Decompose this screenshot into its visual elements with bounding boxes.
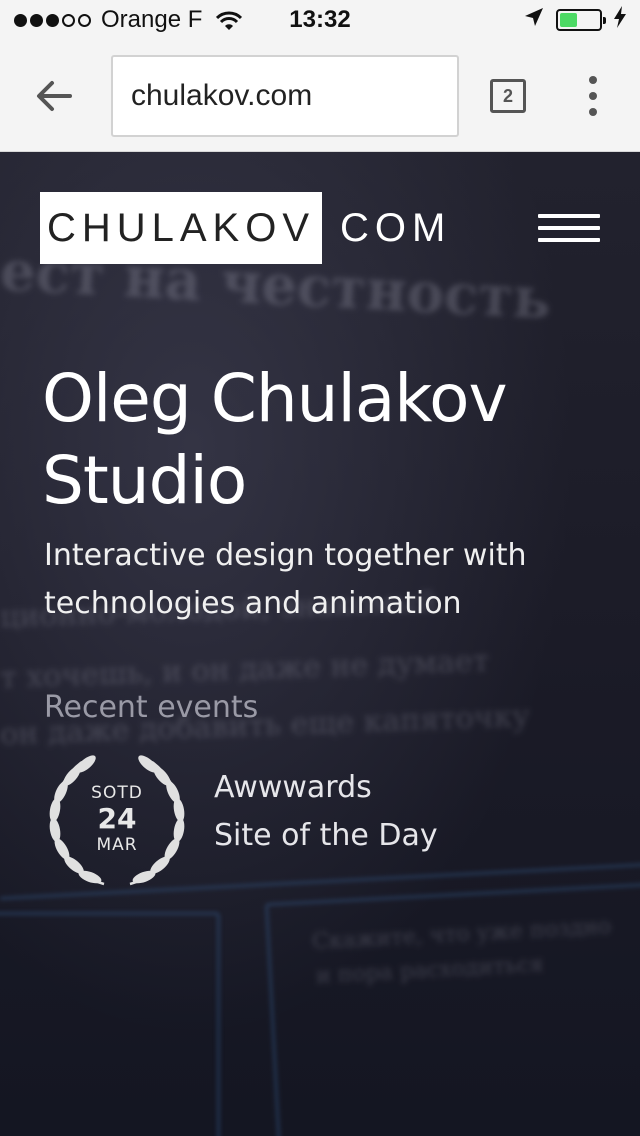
- badge-label: SOTD: [91, 783, 143, 803]
- background-text: т хочешь, и он даже не думает: [0, 643, 490, 696]
- back-button[interactable]: [30, 74, 78, 118]
- tabs-button[interactable]: 2: [490, 79, 526, 113]
- address-bar[interactable]: chulakov.com: [111, 55, 459, 137]
- badge-day: 24: [97, 802, 137, 835]
- title-line: Oleg Chulakov: [42, 360, 508, 437]
- subtitle-line: Interactive design together with: [44, 538, 527, 573]
- background-decoration: [0, 912, 220, 1136]
- wifi-icon: [216, 10, 243, 30]
- menu-icon: [538, 214, 600, 218]
- tab-count: 2: [502, 85, 513, 106]
- battery-level: [560, 13, 578, 27]
- overflow-menu-button[interactable]: [580, 76, 606, 116]
- badge-month: MAR: [96, 835, 138, 855]
- recent-events-heading: Recent events: [44, 690, 259, 725]
- subtitle-line: technologies and animation: [44, 586, 462, 621]
- battery-icon: [556, 9, 606, 31]
- logo-name: CHULAKOV: [40, 192, 322, 264]
- hamburger-menu-button[interactable]: [538, 214, 600, 242]
- charging-bolt-icon: [614, 5, 626, 35]
- site-logo[interactable]: CHULAKOV COM: [40, 192, 451, 264]
- sotd-badge[interactable]: SOTD 24 MAR: [46, 750, 188, 892]
- page-title: Oleg Chulakov Studio: [42, 358, 602, 522]
- badge-text: SOTD 24 MAR: [46, 750, 188, 892]
- url-text: chulakov.com: [131, 79, 313, 112]
- arrow-left-icon: [37, 81, 72, 111]
- browser-toolbar: chulakov.com 2: [0, 40, 640, 152]
- hero-section: ест на честность ционно-молодой, знакомы…: [0, 152, 640, 1136]
- award-description[interactable]: Awwwards Site of the Day: [214, 764, 438, 860]
- award-title: Site of the Day: [214, 818, 438, 853]
- status-bar: Orange F 13:32: [0, 0, 640, 40]
- award-name: Awwwards: [214, 770, 372, 805]
- title-line: Studio: [42, 442, 247, 519]
- more-vertical-icon: [589, 76, 597, 84]
- location-arrow-icon: [524, 6, 544, 34]
- logo-tld: COM: [340, 205, 452, 250]
- page-subtitle: Interactive design together with technol…: [44, 532, 604, 628]
- carrier-name: Orange F: [101, 6, 203, 33]
- signal-strength-icon: [14, 13, 91, 27]
